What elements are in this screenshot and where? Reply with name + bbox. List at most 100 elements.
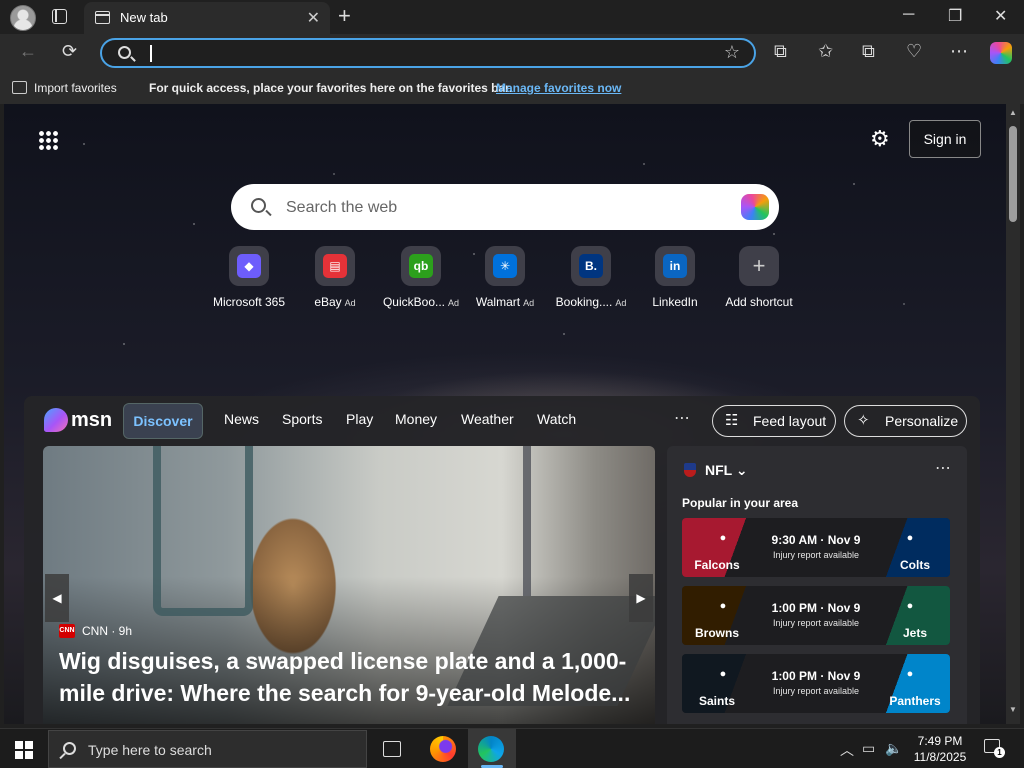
tab-actions-icon[interactable] <box>52 9 67 24</box>
shortcut-icon-tile: ◆ <box>229 246 269 286</box>
shortcut-tile[interactable]: ▤ eBay Ad <box>290 246 380 309</box>
shortcut-icon-tile: in <box>655 246 695 286</box>
address-search-icon <box>118 46 131 59</box>
tab-sports[interactable]: Sports <box>282 411 322 427</box>
cnn-logo-icon: CNN <box>59 624 75 638</box>
back-icon[interactable]: ← <box>19 41 37 62</box>
copilot-icon[interactable] <box>990 42 1012 64</box>
feed-layout-button[interactable]: ☷ Feed layout <box>712 405 836 437</box>
away-team: ● Jets <box>880 586 950 645</box>
nfl-title[interactable]: NFL ⌄ <box>705 462 748 479</box>
address-bar[interactable]: ☆ <box>100 38 756 68</box>
ad-badge: Ad <box>615 298 627 308</box>
favorites-bar-message: For quick access, place your favorites h… <box>149 81 513 95</box>
story-headline-line2[interactable]: mile drive: Where the search for 9-year-… <box>59 677 644 709</box>
tab-news[interactable]: News <box>224 411 259 427</box>
search-copilot-icon[interactable] <box>741 194 769 220</box>
search-input[interactable]: Search the web <box>286 199 397 217</box>
sliders-icon: ☷ <box>725 412 739 429</box>
collections-icon[interactable]: ⧉ <box>862 41 875 62</box>
close-window-button[interactable]: ✕ <box>994 6 1007 26</box>
nfl-title-text: NFL <box>705 462 732 478</box>
taskbar-clock[interactable]: 7:49 PM 11/8/2025 <box>908 733 972 765</box>
shortcut-tile[interactable]: in LinkedIn <box>630 246 720 309</box>
shortcut-logo-icon: qb <box>409 254 433 278</box>
new-tab-button[interactable]: + <box>338 3 351 29</box>
shortcut-label-text: eBay <box>314 295 342 309</box>
browser-essentials-icon[interactable]: ♡ <box>906 41 922 62</box>
home-team-name: Saints <box>698 694 735 708</box>
scroll-down-icon[interactable]: ▼ <box>1009 705 1017 714</box>
settings-more-icon[interactable]: ⋯ <box>950 41 968 62</box>
shortcut-tile[interactable]: + Add shortcut <box>714 246 804 309</box>
hero-story-card[interactable]: ◀ ▶ CNN CNN · 9h Wig disguises, a swappe… <box>43 446 655 724</box>
shortcut-tile[interactable]: qb QuickBoo... Ad <box>376 246 466 309</box>
shortcut-logo-icon: B. <box>579 254 603 278</box>
story-age: 9h <box>118 624 133 638</box>
shortcut-label: Booking.... Ad <box>546 295 636 309</box>
tab-money[interactable]: Money <box>395 411 437 427</box>
home-team-name: Falcons <box>694 558 740 572</box>
shortcut-icon-tile: ✳ <box>485 246 525 286</box>
page-settings-icon[interactable]: ⚙ <box>870 126 890 152</box>
app-launcher-icon[interactable] <box>38 130 58 150</box>
split-screen-icon[interactable]: ⧉ <box>774 41 787 62</box>
personalize-button[interactable]: ✧ Personalize <box>844 405 967 437</box>
source-name: CNN <box>82 624 108 638</box>
sign-in-button[interactable]: Sign in <box>909 120 981 158</box>
ad-badge: Ad <box>344 298 356 308</box>
add-favorite-star-icon[interactable]: ☆ <box>724 42 740 63</box>
shortcut-label: eBay Ad <box>290 295 380 309</box>
home-team: ● Browns <box>682 586 752 645</box>
shortcut-logo-icon: ✳ <box>493 254 517 278</box>
manage-favorites-link[interactable]: Manage favorites now <box>496 81 621 95</box>
more-tabs-icon[interactable]: ⋯ <box>674 408 690 428</box>
volume-muted-icon[interactable]: 🔈 <box>885 740 902 757</box>
taskbar-search-input[interactable]: Type here to search <box>88 742 212 758</box>
shortcut-tile[interactable]: ✳ Walmart Ad <box>460 246 550 309</box>
close-tab-icon[interactable]: ✕ <box>307 8 320 28</box>
shortcut-logo-icon: + <box>752 253 766 278</box>
taskbar-search-icon <box>63 742 76 755</box>
game-row[interactable]: ● Browns 1:00 PM · Nov 9 Injury report avai… <box>682 586 950 645</box>
page-scrollbar[interactable]: ▲ ▼ <box>1006 104 1020 724</box>
game-row[interactable]: ● Saints 1:00 PM · Nov 9 Injury report avai… <box>682 654 950 713</box>
tab-watch[interactable]: Watch <box>537 411 576 427</box>
nfl-more-icon[interactable]: ⋯ <box>935 458 951 478</box>
network-icon[interactable]: ▭ <box>862 740 875 757</box>
tab-new-tab[interactable]: New tab ✕ <box>84 2 330 34</box>
shortcut-label: LinkedIn <box>630 295 720 309</box>
favorites-icon[interactable]: ✩ <box>818 41 833 62</box>
scroll-up-icon[interactable]: ▲ <box>1009 108 1017 117</box>
import-favorites-button[interactable]: Import favorites <box>34 81 117 95</box>
shortcut-tile[interactable]: B. Booking.... Ad <box>546 246 636 309</box>
maximize-button[interactable]: ❐ <box>948 6 962 26</box>
refresh-icon[interactable]: ⟳ <box>62 41 77 62</box>
injury-note: Injury report available <box>772 686 860 696</box>
profile-avatar[interactable] <box>10 5 36 31</box>
carousel-next-icon[interactable]: ▶ <box>629 574 653 622</box>
tab-title: New tab <box>120 10 168 25</box>
web-search-box[interactable]: Search the web <box>231 184 779 230</box>
task-view-icon[interactable] <box>383 741 401 757</box>
shortcut-logo-icon: in <box>663 254 687 278</box>
msn-logo-icon <box>44 408 68 432</box>
edge-icon[interactable] <box>478 736 504 762</box>
tray-overflow-icon[interactable]: ︿ <box>840 740 854 760</box>
tab-strip: New tab ✕ + ─ ❐ ✕ <box>0 0 1024 34</box>
away-team-name: Jets <box>902 626 928 640</box>
scroll-thumb[interactable] <box>1009 126 1017 222</box>
start-button-icon[interactable] <box>15 741 33 759</box>
tab-play[interactable]: Play <box>346 411 373 427</box>
shortcut-tile[interactable]: ◆ Microsoft 365 <box>204 246 294 309</box>
carousel-prev-icon[interactable]: ◀ <box>45 574 69 622</box>
firefox-icon[interactable] <box>430 736 456 762</box>
game-row[interactable]: ● Falcons 9:30 AM · Nov 9 Injury report ava… <box>682 518 950 577</box>
taskbar-search-box[interactable]: Type here to search <box>48 730 367 768</box>
tab-weather[interactable]: Weather <box>461 411 514 427</box>
story-headline-line1[interactable]: Wig disguises, a swapped license plate a… <box>59 645 644 677</box>
msn-brand[interactable]: msn <box>71 409 112 432</box>
tab-discover[interactable]: Discover <box>123 403 203 439</box>
shortcut-logo-icon: ▤ <box>323 254 347 278</box>
minimize-button[interactable]: ─ <box>903 6 914 24</box>
